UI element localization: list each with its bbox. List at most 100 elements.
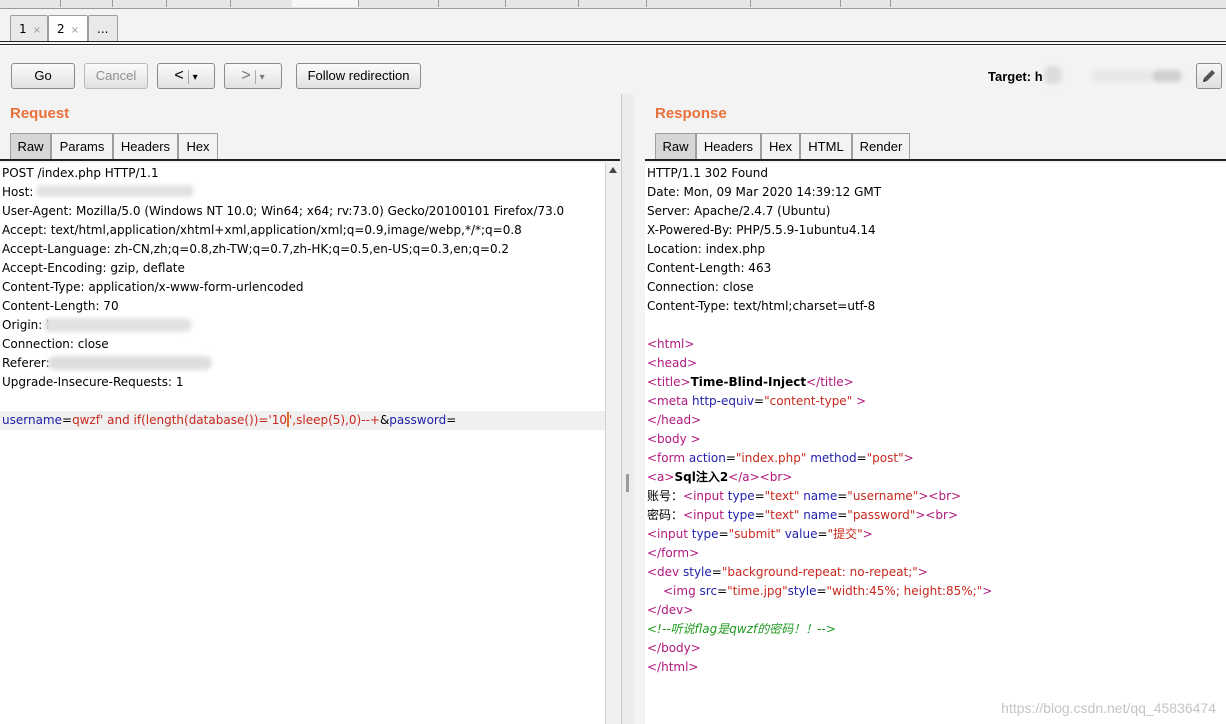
request-line: Connection: close (2, 337, 109, 351)
tag: <dev (647, 565, 680, 579)
tab-raw[interactable]: Raw (10, 133, 51, 159)
drag-handle-icon[interactable] (626, 474, 629, 492)
tag: ><br> (918, 489, 962, 503)
subtab-more[interactable]: ... (88, 15, 118, 41)
code-line: <input type="submit" value="提交"> (647, 527, 873, 541)
divider (0, 41, 1226, 42)
redacted-area (36, 185, 194, 197)
tag: <head> (647, 356, 698, 370)
tag: > (982, 584, 993, 598)
attr: method (810, 451, 857, 465)
go-button[interactable]: Go (11, 63, 75, 89)
request-title: Request (10, 105, 70, 122)
main-tab-strip (0, 0, 1226, 9)
attr-value: "background-repeat: no-repeat;" (721, 565, 918, 579)
tab-html[interactable]: HTML (800, 133, 852, 159)
attr-value: "post" (866, 451, 904, 465)
response-header-line: Server: Apache/2.4.7 (Ubuntu) (647, 204, 831, 218)
request-body-line: username=qwzf' and if(length(database())… (2, 411, 456, 430)
response-header-line: Location: index.php (647, 242, 766, 256)
attr: name (803, 489, 838, 503)
attr-value: "time.jpg" (727, 584, 788, 598)
request-line: User-Agent: Mozilla/5.0 (Windows NT 10.0… (2, 204, 565, 218)
tag: </form> (647, 546, 700, 560)
code-line: </html> (647, 658, 699, 677)
split-divider[interactable] (621, 94, 635, 724)
subtab-label: 1 (19, 22, 27, 36)
cancel-button[interactable]: Cancel (84, 63, 148, 89)
watermark: https://blog.csdn.net/qq_45836474 (1001, 700, 1216, 716)
tab-headers[interactable]: Headers (696, 133, 761, 159)
request-editor[interactable]: POST /index.php HTTP/1.1 Host: User-Agen… (0, 163, 605, 724)
pencil-icon (1203, 70, 1215, 82)
comment: <!--听说flag是qwzf的密码！！--> (647, 622, 836, 636)
tag: <title> (647, 375, 691, 389)
tab-hex[interactable]: Hex (761, 133, 800, 159)
tag: <form (647, 451, 686, 465)
redacted-area (1092, 70, 1152, 82)
code-line: <form action="index.php" method="post"> (647, 451, 914, 465)
back-arrow-icon: < (174, 67, 184, 84)
back-button[interactable]: < ▾ (157, 63, 215, 89)
chevron-down-icon[interactable]: ▾ (260, 72, 265, 83)
chevron-down-icon[interactable]: ▾ (193, 72, 198, 83)
close-icon[interactable]: × (33, 25, 41, 36)
response-editor[interactable]: HTTP/1.1 302 Found Date: Mon, 09 Mar 202… (645, 163, 1226, 724)
tag: > (852, 394, 867, 408)
response-header-line: Content-Length: 463 (647, 261, 772, 275)
tab-headers[interactable]: Headers (113, 133, 178, 159)
tag: <input (683, 489, 724, 503)
close-icon[interactable]: × (71, 25, 79, 36)
param-separator: & (379, 413, 390, 427)
code-line: <html> (647, 335, 694, 354)
tag: > (862, 527, 873, 541)
tag: </title> (806, 375, 854, 389)
request-line: Content-Length: 70 (2, 299, 119, 313)
attr-value: "text" (764, 508, 800, 522)
param-equals: = (62, 413, 73, 427)
tag: </head> (647, 413, 702, 427)
forward-arrow-icon: > (241, 67, 251, 84)
tab-params[interactable]: Params (51, 133, 113, 159)
subtab-1[interactable]: 1 × (10, 15, 48, 41)
param-key: password (389, 413, 447, 427)
subtab-label: ... (97, 22, 109, 36)
attr-value: "submit" (728, 527, 781, 541)
request-scrollbar[interactable] (605, 163, 620, 724)
attr: name (803, 508, 838, 522)
tag: ><br> (915, 508, 959, 522)
param-equals: = (446, 413, 457, 427)
redacted-area (1152, 70, 1182, 82)
scroll-up-icon[interactable] (609, 167, 617, 173)
redacted-area (1044, 66, 1062, 84)
code-line: <head> (647, 354, 697, 373)
request-line: Upgrade-Insecure-Requests: 1 (2, 375, 184, 389)
attr: value (784, 527, 818, 541)
tab-raw[interactable]: Raw (655, 133, 696, 159)
tab-hex[interactable]: Hex (178, 133, 218, 159)
forward-button[interactable]: > ▾ (224, 63, 282, 89)
tab-render[interactable]: Render (852, 133, 910, 159)
request-line: Host: (2, 185, 38, 199)
subtab-label: 2 (57, 22, 65, 36)
subtab-2[interactable]: 2 × (48, 15, 88, 41)
edit-target-button[interactable] (1196, 63, 1222, 89)
code-line: <!--听说flag是qwzf的密码！！--> (647, 620, 836, 639)
request-line: Accept-Language: zh-CN,zh;q=0.8,zh-TW;q=… (2, 242, 510, 256)
title-text: Time-Blind-Inject (690, 375, 807, 389)
request-line: Accept: text/html,application/xhtml+xml,… (2, 223, 522, 237)
response-header-line: Content-Type: text/html;charset=utf-8 (647, 299, 876, 313)
code-line: <dev style="background-repeat: no-repeat… (647, 565, 928, 579)
response-header-line: HTTP/1.1 302 Found (647, 166, 769, 180)
param-key: username (2, 413, 62, 427)
tab-underline (0, 159, 620, 161)
request-line: POST /index.php HTTP/1.1 (2, 166, 159, 180)
tag: </a><br> (728, 470, 793, 484)
attr-value: "username" (847, 489, 919, 503)
param-value: ',sleep(5),0)--+ (289, 413, 380, 427)
code-line: <a>Sql注入2</a><br> (647, 468, 792, 487)
follow-redirection-button[interactable]: Follow redirection (296, 63, 421, 89)
redacted-area (48, 356, 212, 370)
attr: src (699, 584, 718, 598)
attr: style (787, 584, 817, 598)
